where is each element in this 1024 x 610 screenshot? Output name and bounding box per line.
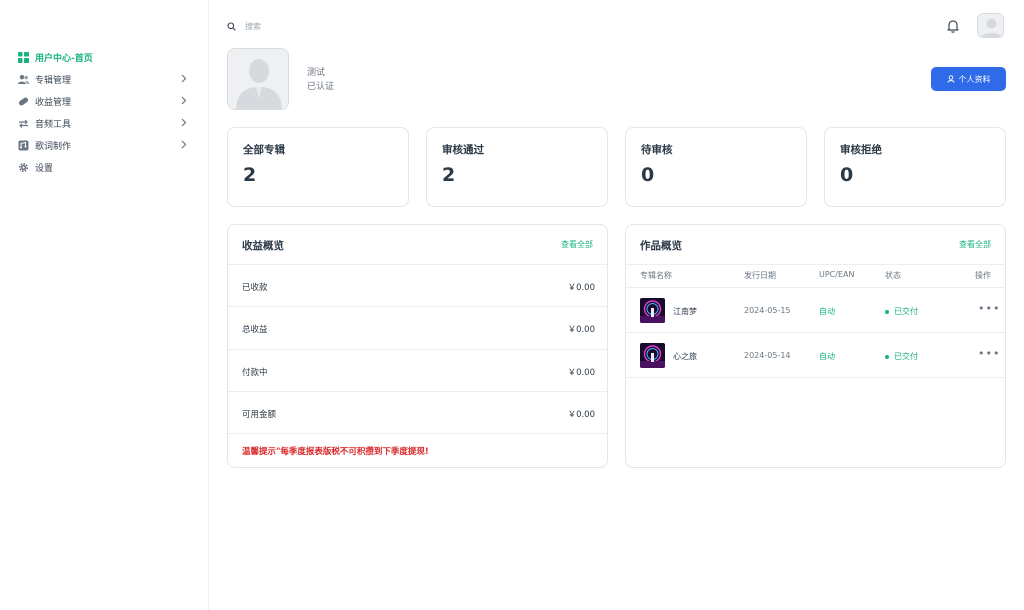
dashboard-icon: [18, 51, 29, 63]
gear-icon: [18, 162, 29, 173]
divider: [626, 377, 1005, 378]
income-label: 总收益: [242, 325, 268, 335]
sidebar-item-home[interactable]: 用户中心-首页: [0, 46, 209, 68]
status-dot-icon: [885, 354, 889, 359]
user-icon: [947, 75, 954, 83]
lyrics-icon: [18, 140, 29, 151]
income-row: 可用金额 ￥0.00: [228, 392, 607, 434]
panel-title: 作品概览: [640, 240, 682, 252]
sidebar-item-audio-tools[interactable]: 音频工具: [0, 112, 209, 134]
pill-icon: [18, 96, 29, 107]
income-value: ￥0.00: [567, 410, 595, 420]
search-icon: [227, 21, 236, 31]
stat-label: 审核拒绝: [840, 144, 882, 156]
income-row: 已收款 ￥0.00: [228, 265, 607, 307]
column-header-album-name: 专辑名称: [640, 271, 672, 280]
income-label: 可用金额: [242, 410, 277, 420]
column-header-release-date: 发行日期: [744, 271, 776, 280]
swap-icon: [18, 118, 29, 129]
income-value: ￥0.00: [567, 325, 595, 335]
verified-status: 已认证: [307, 82, 335, 92]
chevron-right-icon: [178, 139, 189, 150]
column-header-upc: UPC/EAN: [819, 270, 855, 279]
column-header-actions: 操作: [975, 271, 991, 280]
album-name: 江南梦: [673, 307, 697, 316]
avatar-icon[interactable]: [977, 13, 1004, 38]
stat-value: 2: [442, 164, 456, 186]
stat-label: 待审核: [641, 144, 673, 156]
table-row[interactable]: 江南梦 2024-05-15 自动 已交付 •••: [626, 288, 1005, 333]
stat-card-rejected[interactable]: 审核拒绝 0: [824, 127, 1006, 207]
upc-value: 自动: [819, 307, 835, 316]
income-value: ￥0.00: [567, 283, 595, 293]
release-date: 2024-05-14: [744, 351, 791, 360]
chevron-right-icon: [178, 117, 189, 128]
sidebar-item-label: 音频工具: [35, 119, 72, 130]
view-all-link[interactable]: 查看全部: [561, 239, 593, 250]
divider: [626, 264, 1005, 265]
chevron-right-icon: [178, 95, 189, 106]
sidebar-item-label: 专辑管理: [35, 75, 72, 86]
users-icon: [18, 74, 29, 85]
search-placeholder[interactable]: 搜索: [245, 21, 261, 32]
sidebar-nav: 用户中心-首页 专辑管理 收益管理 音频工具 歌词制作 设置: [0, 46, 209, 178]
stat-label: 审核通过: [442, 144, 484, 156]
stat-card-approved[interactable]: 审核通过 2: [426, 127, 608, 207]
table-row[interactable]: 心之旅 2024-05-14 自动 已交付 •••: [626, 333, 1005, 378]
status-badge: 已交付: [885, 306, 918, 317]
stat-card-pending[interactable]: 待审核 0: [625, 127, 807, 207]
income-value: ￥0.00: [567, 368, 595, 378]
status-text: 已交付: [894, 352, 918, 361]
column-header-status: 状态: [885, 271, 901, 280]
income-row: 总收益 ￥0.00: [228, 307, 607, 349]
sidebar-item-label: 用户中心-首页: [35, 53, 93, 64]
sidebar-item-income[interactable]: 收益管理: [0, 90, 209, 112]
profile-avatar: [227, 48, 289, 110]
sidebar-item-label: 设置: [35, 163, 54, 174]
income-label: 付款中: [242, 368, 268, 378]
sidebar-item-lyrics[interactable]: 歌词制作: [0, 134, 209, 156]
main-content: 搜索 测试 已认证 个人资料 全部专辑 2 审核通过 2 待审核 0 审核拒绝 …: [209, 0, 1024, 610]
stat-value: 2: [243, 164, 257, 186]
stat-label: 全部专辑: [243, 144, 285, 156]
personal-info-label: 个人资料: [958, 74, 991, 84]
panel-title: 收益概览: [242, 240, 284, 252]
status-dot-icon: [885, 309, 889, 314]
upc-value: 自动: [819, 352, 835, 361]
divider: [228, 433, 607, 434]
stat-card-all-albums[interactable]: 全部专辑 2: [227, 127, 409, 207]
more-actions-icon[interactable]: •••: [978, 302, 1000, 315]
chevron-right-icon: [178, 73, 189, 84]
works-overview-panel: 作品概览 查看全部 专辑名称 发行日期 UPC/EAN 状态 操作 江南梦 20…: [625, 224, 1006, 468]
income-label: 已收款: [242, 283, 268, 293]
bell-icon[interactable]: [945, 18, 961, 34]
sidebar: 用户中心-首页 专辑管理 收益管理 音频工具 歌词制作 设置: [0, 0, 209, 610]
album-cover: [640, 298, 665, 323]
stat-value: 0: [840, 164, 854, 186]
stat-value: 0: [641, 164, 655, 186]
income-overview-panel: 收益概览 查看全部 已收款 ￥0.00 总收益 ￥0.00 付款中 ￥0.00 …: [227, 224, 608, 468]
income-row: 付款中 ￥0.00: [228, 350, 607, 392]
view-all-link[interactable]: 查看全部: [959, 239, 991, 250]
album-cover: [640, 343, 665, 368]
sidebar-item-settings[interactable]: 设置: [0, 156, 209, 178]
profile-name: 测试: [307, 68, 326, 78]
personal-info-button[interactable]: 个人资料: [931, 67, 1006, 91]
sidebar-item-label: 收益管理: [35, 97, 72, 108]
status-text: 已交付: [894, 307, 918, 316]
album-name: 心之旅: [673, 352, 697, 361]
more-actions-icon[interactable]: •••: [978, 347, 1000, 360]
status-badge: 已交付: [885, 351, 918, 362]
search-bar[interactable]: 搜索: [227, 18, 261, 34]
sidebar-item-label: 歌词制作: [35, 141, 72, 152]
warning-notice: 温馨提示"每季度报表版税不可积攒到下季度提现!: [242, 447, 429, 457]
release-date: 2024-05-15: [744, 306, 791, 315]
sidebar-item-albums[interactable]: 专辑管理: [0, 68, 209, 90]
